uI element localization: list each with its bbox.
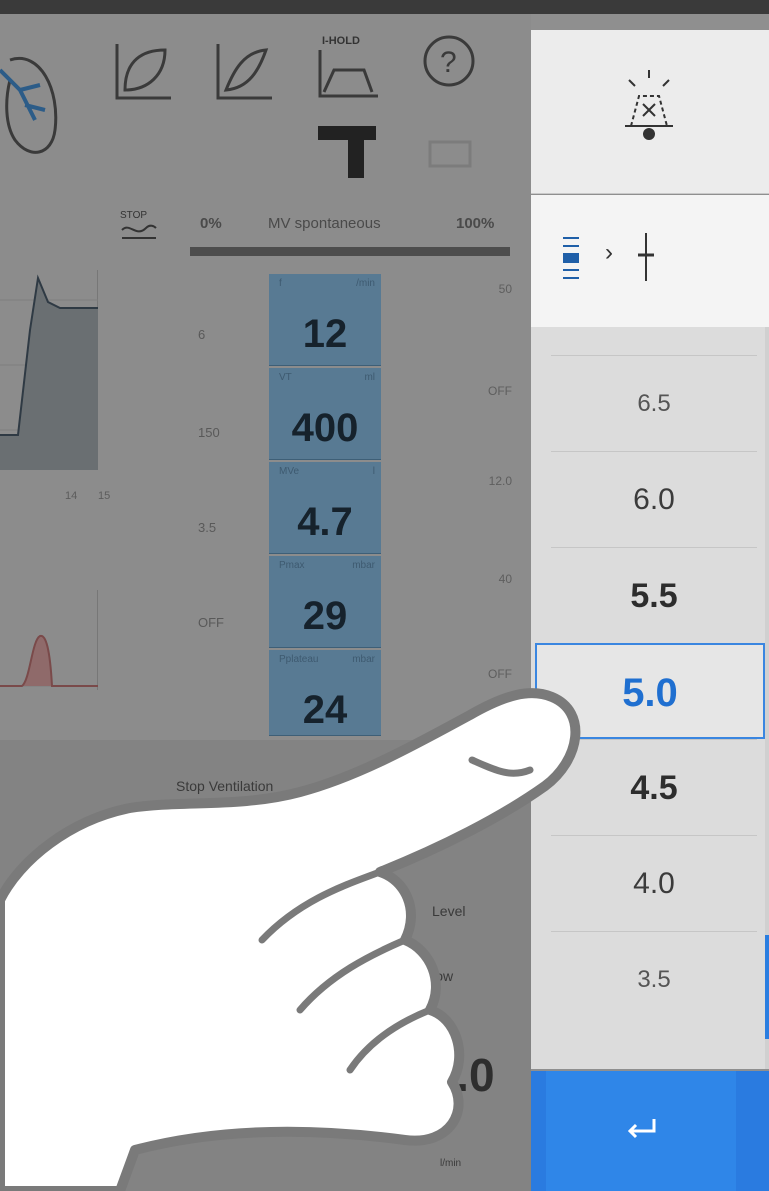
param-unit: /min (356, 278, 375, 289)
loop-pv-icon[interactable] (113, 40, 173, 102)
breadcrumb: › (531, 195, 769, 327)
upper-limit-vt: OFF (488, 384, 512, 398)
stop-ventilation-button[interactable]: Stop Ventilation (176, 778, 273, 794)
alarm-silence-button[interactable] (531, 30, 769, 194)
stop-waveform-icon[interactable]: STOP (118, 208, 158, 244)
param-tile-vt[interactable]: VT ml 400 (269, 368, 381, 460)
ihold-label: I-HOLD (322, 35, 360, 47)
list-icon[interactable] (561, 235, 581, 288)
picker-option[interactable]: 5.5 (551, 547, 757, 643)
lower-limit-f: 6 (198, 327, 206, 342)
upper-limit-pmax: 40 (498, 572, 512, 586)
tube-connector-icon[interactable] (318, 120, 378, 180)
pressure-waveform (0, 270, 98, 470)
upper-limit-f: 50 (498, 282, 512, 296)
alarm-bell-muted-icon (617, 68, 681, 147)
iflow-value[interactable]: 40.0 (405, 1048, 495, 1102)
lower-limit-mve: 3.5 (198, 520, 217, 535)
param-name: MVe (279, 466, 300, 477)
iflow-label: I-Flow (415, 968, 454, 984)
param-name: Pmax (279, 560, 305, 571)
mv-spontaneous-bar (190, 247, 510, 256)
param-name: f (279, 278, 282, 289)
svg-text:?: ? (440, 46, 457, 79)
breadcrumb-separator: › (605, 239, 613, 266)
param-unit: ml (364, 372, 375, 383)
param-value: 12 (302, 312, 348, 356)
value-picker-list[interactable]: 6.5 6.0 5.5 5.0 4.5 4.0 3.5 (535, 355, 765, 1027)
slider-icon[interactable] (636, 231, 656, 288)
param-tile-mve[interactable]: MVe l 4.7 (269, 462, 381, 554)
param-unit: mbar (352, 654, 375, 665)
confirm-area-right (736, 1071, 769, 1191)
picker-option[interactable]: 4.0 (551, 835, 757, 931)
param-value: 400 (291, 406, 359, 450)
confirm-button[interactable] (546, 1071, 736, 1191)
param-name: VT (279, 372, 292, 383)
confirm-area-edge (531, 1071, 546, 1191)
lower-limit-pmax: OFF (198, 615, 224, 630)
mv-title: MV spontaneous (268, 215, 381, 232)
flow-waveform (0, 590, 98, 690)
value-picker[interactable]: 6.5 6.0 5.5 5.0 4.5 4.0 3.5 (531, 327, 769, 1069)
enter-icon (626, 1117, 658, 1146)
param-tile-f[interactable]: f /min 12 (269, 274, 381, 366)
upper-limit-mve: 12.0 (488, 474, 512, 488)
stop-label: STOP (120, 210, 147, 221)
picker-option[interactable]: 3.5 (551, 931, 757, 1027)
param-unit: mbar (352, 560, 375, 571)
picker-option[interactable]: 6.0 (551, 451, 757, 547)
param-name: Pplateau (279, 654, 319, 665)
param-tile-pplateau[interactable]: Pplateau mbar 24 (269, 650, 381, 736)
param-tile-pmax[interactable]: Pmax mbar 29 (269, 556, 381, 648)
upper-limit-pplateau: OFF (488, 667, 512, 681)
picker-scroll-thumb[interactable] (765, 935, 769, 1039)
top-bar (0, 0, 769, 14)
picker-option[interactable]: 4.5 (551, 739, 757, 835)
param-value: 4.7 (297, 500, 353, 544)
ihold-icon[interactable]: I-HOLD (316, 30, 382, 100)
param-value: 24 (302, 688, 348, 732)
nebulizer-icon[interactable] (428, 140, 472, 170)
mv-max-label: 100% (456, 215, 495, 232)
picker-option[interactable]: 6.5 (551, 355, 757, 451)
waveform-tick: 15 (98, 490, 111, 502)
iflow-unit: l/min (440, 1158, 462, 1169)
loop-flow-icon[interactable] (214, 40, 274, 102)
mv-min-label: 0% (200, 215, 222, 232)
lower-limit-vt: 150 (198, 425, 220, 440)
waveform-tick: 14 (65, 490, 78, 502)
lung-icon[interactable] (0, 40, 70, 170)
picker-option-selected[interactable]: 5.0 (535, 643, 765, 739)
param-unit: l (372, 466, 375, 477)
param-value: 29 (302, 594, 348, 638)
help-icon[interactable]: ? (422, 34, 476, 88)
settings-panel-dimmed (0, 740, 531, 1191)
level-label: Level (432, 903, 466, 919)
